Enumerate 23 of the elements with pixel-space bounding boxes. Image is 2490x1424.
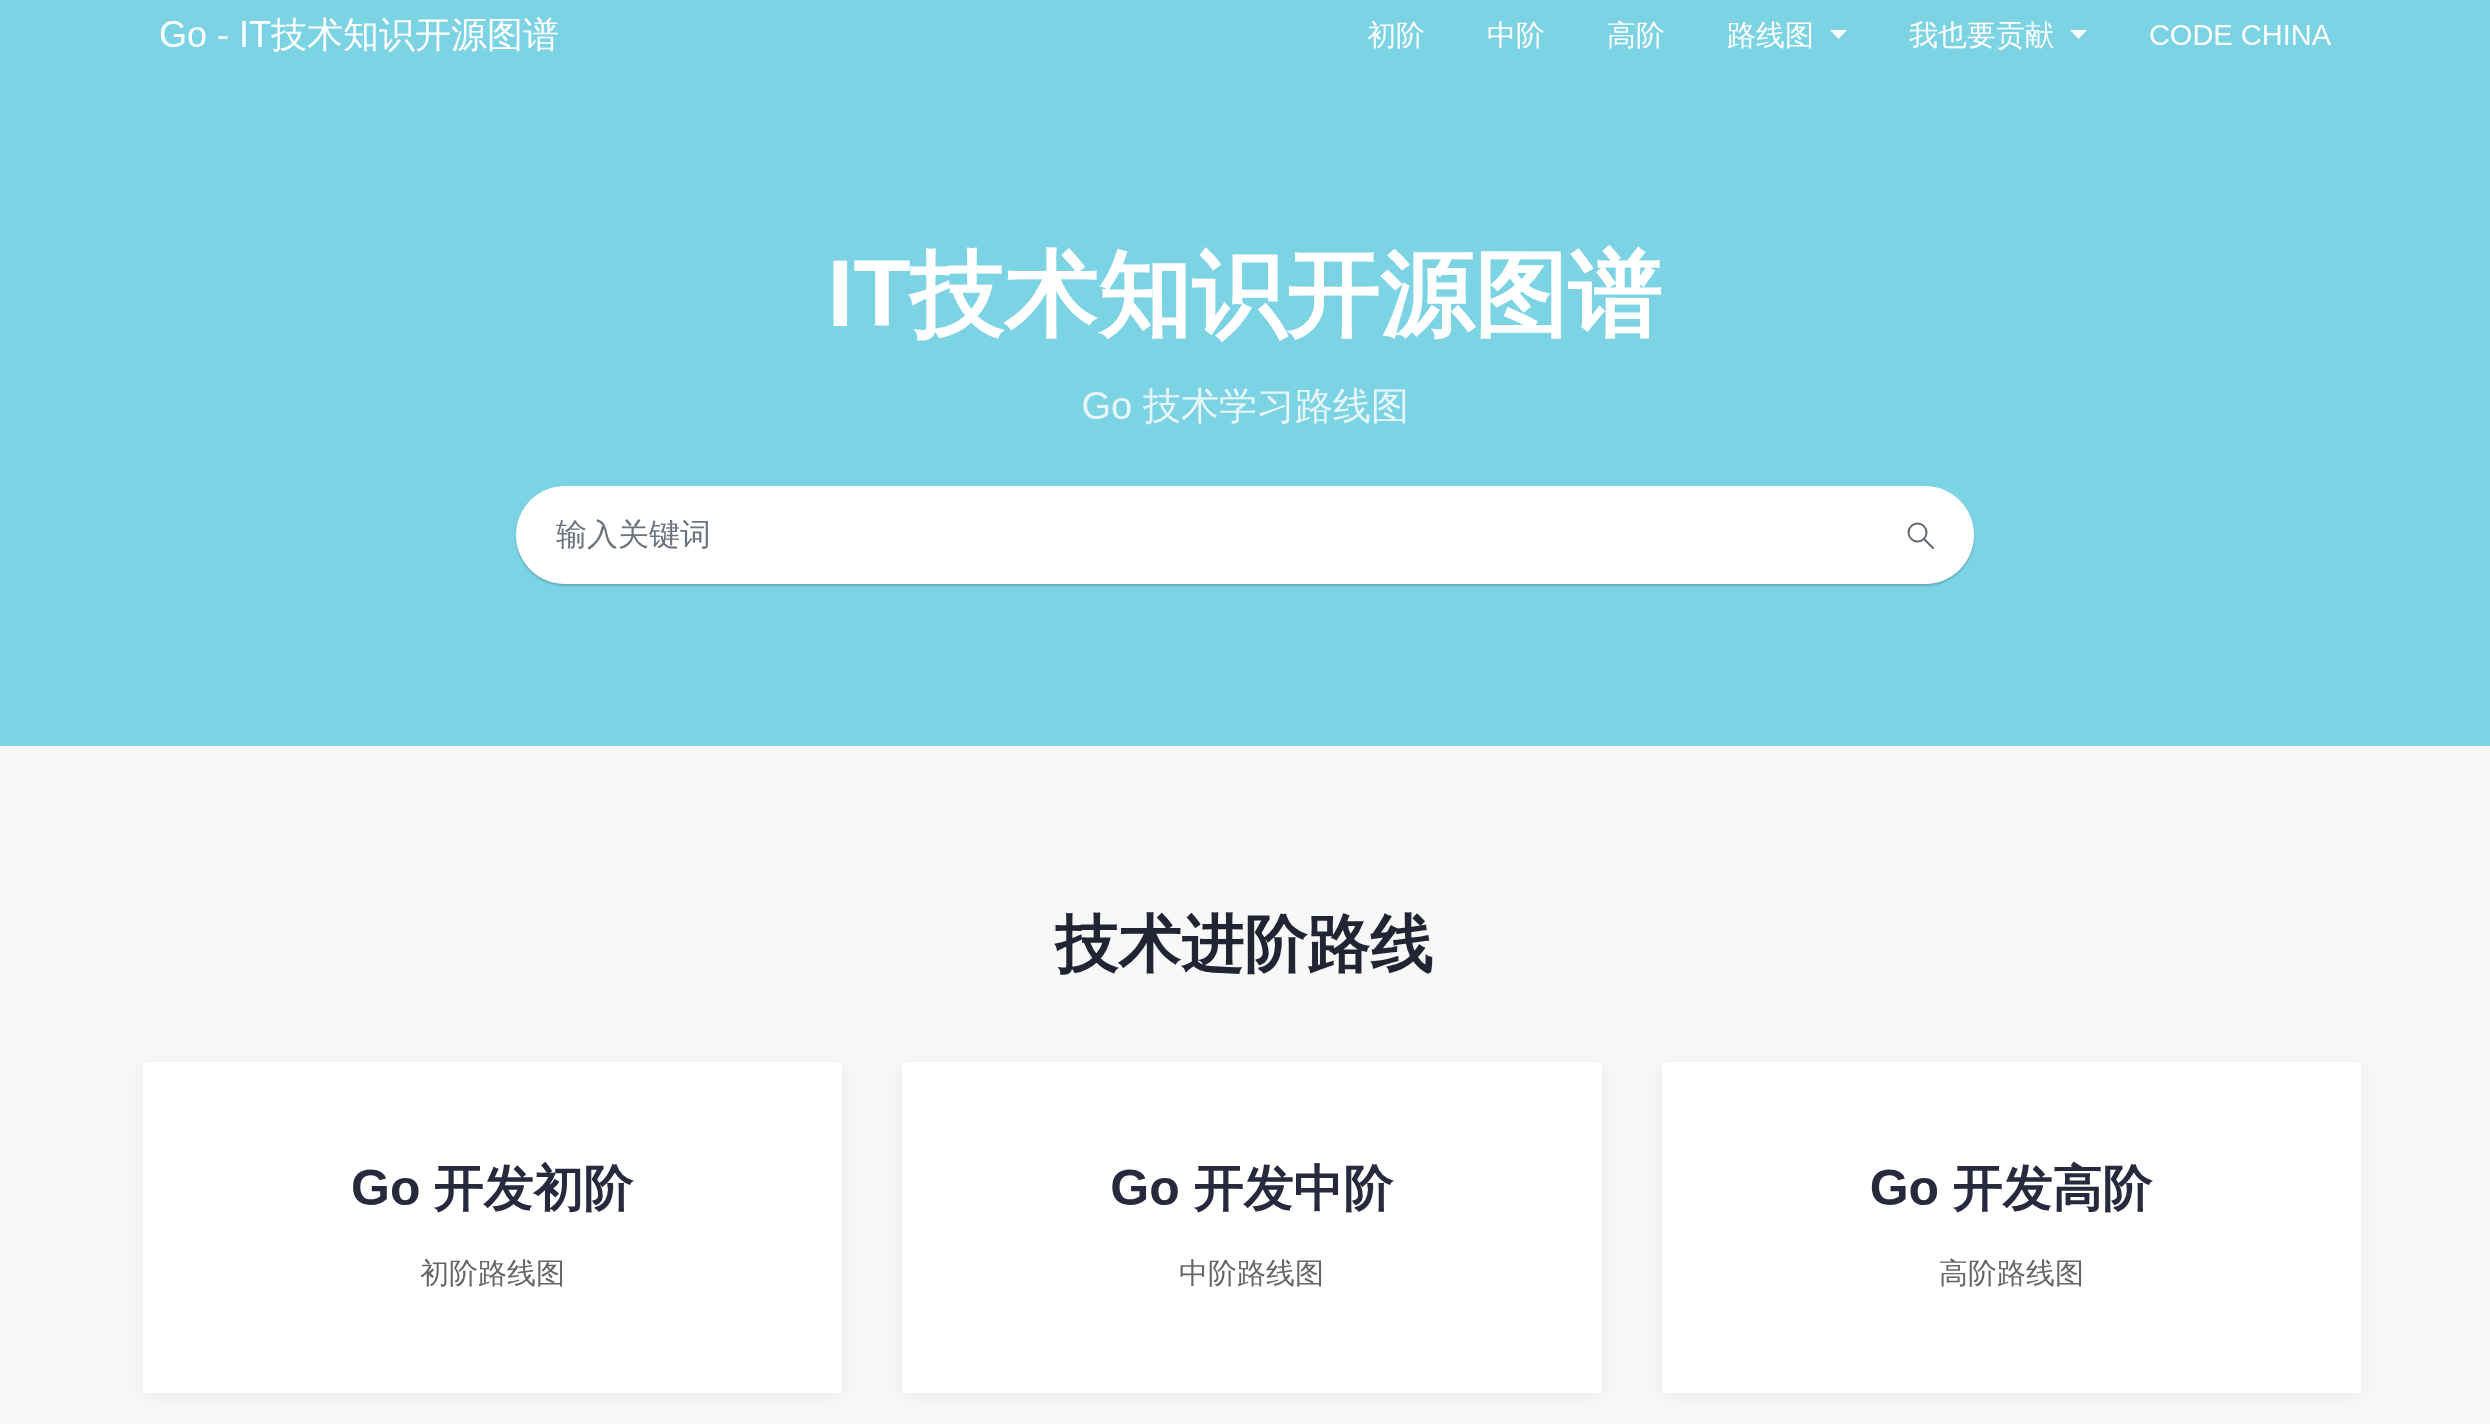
roadmap-card[interactable]: Go 开发中阶 中阶路线图 bbox=[902, 1062, 1602, 1393]
card-title: Go 开发初阶 bbox=[351, 1159, 635, 1218]
search-field[interactable]: 输入关键词 bbox=[516, 486, 1974, 584]
nav-dropdown[interactable]: 路线图 bbox=[1695, 17, 1878, 53]
card-title: Go 开发中阶 bbox=[1110, 1159, 1394, 1218]
card-subtitle: 高阶路线图 bbox=[1938, 1256, 2084, 1291]
card-title: Go 开发高阶 bbox=[1869, 1159, 2153, 1218]
card-subtitle: 中阶路线图 bbox=[1179, 1256, 1325, 1291]
section-title: 技术进阶路线 bbox=[1056, 907, 1434, 980]
card-subtitle: 初阶路线图 bbox=[420, 1256, 566, 1291]
nav-link[interactable]: 高阶 bbox=[1575, 17, 1696, 53]
roadmap-card[interactable]: Go 开发高阶 高阶路线图 bbox=[1661, 1062, 2361, 1393]
nav-dropdown[interactable]: 我也要贡献 bbox=[1877, 17, 2118, 53]
search-icon[interactable] bbox=[1906, 521, 1934, 549]
nav-link[interactable]: 初阶 bbox=[1335, 17, 1456, 53]
caret-icon bbox=[2069, 30, 2087, 40]
roadmap-card[interactable]: Go 开发初阶 初阶路线图 bbox=[143, 1062, 843, 1393]
hero-subtitle: Go 技术学习路线图 bbox=[1081, 384, 1409, 429]
hero-title: IT技术知识开源图谱 bbox=[827, 240, 1663, 348]
nav-link[interactable]: 中阶 bbox=[1455, 17, 1576, 53]
caret-icon bbox=[1829, 30, 1847, 40]
nav-link[interactable]: CODE CHINA bbox=[2117, 17, 2362, 53]
site-brand[interactable]: Go - IT技术知识开源图谱 bbox=[159, 10, 559, 60]
